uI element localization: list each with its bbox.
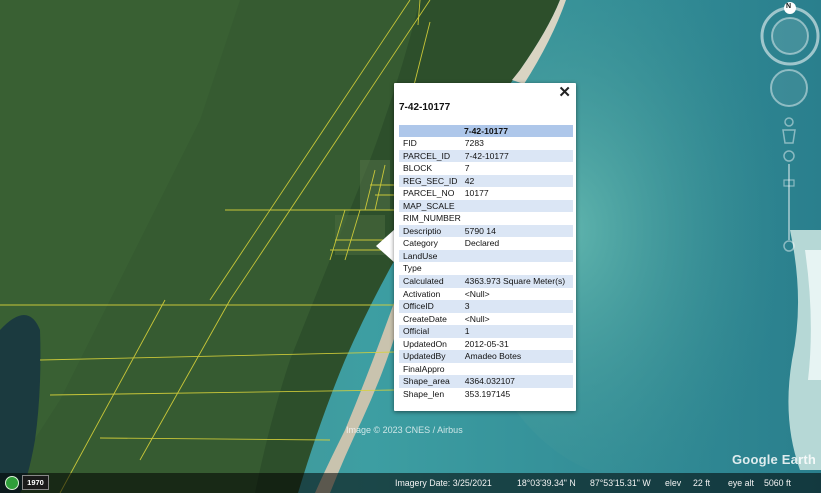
attribute-value: Declared [464, 238, 500, 249]
imagery-date: Imagery Date: 3/25/2021 [395, 478, 492, 488]
attribute-key: RIM_NUMBER [403, 213, 461, 224]
attribute-key: Descriptio [399, 224, 461, 238]
attribute-value [461, 212, 573, 225]
elevation-label: elev [665, 478, 682, 488]
table-row: Type [399, 262, 573, 275]
google-earth-logo: Google Earth [732, 452, 817, 467]
attribute-key: Shape_area [399, 375, 461, 388]
latitude-readout: 18°03'39.34" N [517, 478, 576, 488]
attribute-key: PARCEL_NO [403, 188, 455, 199]
attribute-key: CreateDate [403, 313, 447, 324]
attribute-value: 7-42-10177 [460, 149, 573, 163]
attribute-key: UpdatedOn [403, 338, 447, 349]
table-row: CreateDate <Null> [399, 313, 573, 326]
table-row: UpdatedOn 2012-05-31 [399, 338, 573, 351]
attribute-key: Official [399, 325, 461, 338]
historical-imagery-icon[interactable] [5, 476, 19, 490]
attribute-value: <Null> [464, 288, 490, 299]
table-row: FID 7283 [399, 137, 573, 150]
close-icon[interactable]: ✕ [558, 85, 571, 101]
attribute-key: OfficeID [399, 300, 461, 313]
eye-altitude-value: 5060 ft [764, 478, 791, 488]
table-row: OfficeID 3 [399, 300, 573, 313]
attribute-key: PARCEL_ID [399, 149, 461, 163]
attribute-key: FID [403, 138, 417, 148]
attribute-key: REG_SEC_ID [399, 174, 461, 188]
attribute-value: 10177 [464, 188, 489, 199]
table-row: REG_SEC_ID 42 [399, 174, 573, 188]
table-row: Calculated 4363.973 Square Meter(s) [399, 275, 573, 288]
attribute-key: Shape_len [403, 388, 445, 399]
table-row: FinalAppro [399, 363, 573, 376]
north-label: N [786, 3, 792, 10]
attribute-value [461, 363, 573, 376]
table-row: UpdatedBy Amadeo Botes [399, 350, 573, 363]
elevation-value: 22 ft [693, 478, 711, 488]
attribute-key: UpdatedBy [399, 350, 461, 363]
attribute-key: Type [403, 263, 422, 274]
table-row: Shape_area 4364.032107 [399, 375, 573, 388]
attribute-key: FinalAppro [403, 363, 445, 374]
look-joystick-icon[interactable] [770, 69, 808, 107]
attribute-key: Activation [403, 288, 441, 299]
table-row: MAP_SCALE [399, 199, 573, 213]
attribute-value: 7 [464, 163, 470, 174]
attribute-key: BLOCK [403, 163, 433, 174]
longitude-readout: 87°53'15.31" W [590, 478, 651, 488]
attribute-value: 42 [460, 174, 573, 188]
attribute-value: 1 [460, 325, 573, 338]
table-row: Official 1 [399, 325, 573, 338]
attribute-key: Category [403, 238, 438, 249]
table-row: Shape_len 353.197145 [399, 388, 573, 401]
table-row: PARCEL_NO 10177 [399, 187, 573, 200]
table-row: Activation <Null> [399, 288, 573, 301]
table-row: BLOCK 7 [399, 162, 573, 175]
eye-altitude-label: eye alt [728, 478, 754, 488]
attribute-key: MAP_SCALE [399, 199, 461, 213]
attribute-value: 5790 14 [460, 224, 573, 238]
popup-title: 7-42-10177 [399, 102, 451, 113]
attribute-value: 4363.973 Square Meter(s) [460, 275, 573, 288]
attribute-value: 353.197145 [464, 388, 511, 399]
image-copyright: Image © 2023 CNES / Airbus [346, 425, 463, 435]
attribute-value: 3 [460, 300, 573, 313]
attribute-value [460, 199, 573, 213]
attribute-key: LandUse [399, 249, 461, 263]
popup-pointer [376, 229, 395, 263]
table-row: Category Declared [399, 237, 573, 250]
historical-year-badge[interactable]: 1970 [22, 475, 49, 490]
attribute-value: <Null> [464, 313, 490, 324]
attribute-value: 7283 [464, 138, 484, 148]
attribute-value: Amadeo Botes [460, 350, 573, 363]
attribute-value: 4364.032107 [460, 375, 573, 388]
attribute-table: 7-42-10177 FID 7283 PARCEL_ID 7-42-10177 BLO… [399, 125, 573, 400]
table-row: Descriptio 5790 14 [399, 224, 573, 238]
attribute-value: 2012-05-31 [464, 338, 509, 349]
parcel-info-popup: ✕ 7-42-10177 7-42-10177 FID 7283 PARCEL_ID… [394, 83, 576, 411]
attribute-value [461, 262, 573, 275]
table-header: 7-42-10177 [399, 125, 573, 137]
attribute-value [460, 249, 573, 263]
table-row: RIM_NUMBER [399, 212, 573, 225]
table-row: PARCEL_ID 7-42-10177 [399, 149, 573, 163]
attribute-key: Calculated [399, 275, 461, 288]
table-row: LandUse [399, 249, 573, 263]
